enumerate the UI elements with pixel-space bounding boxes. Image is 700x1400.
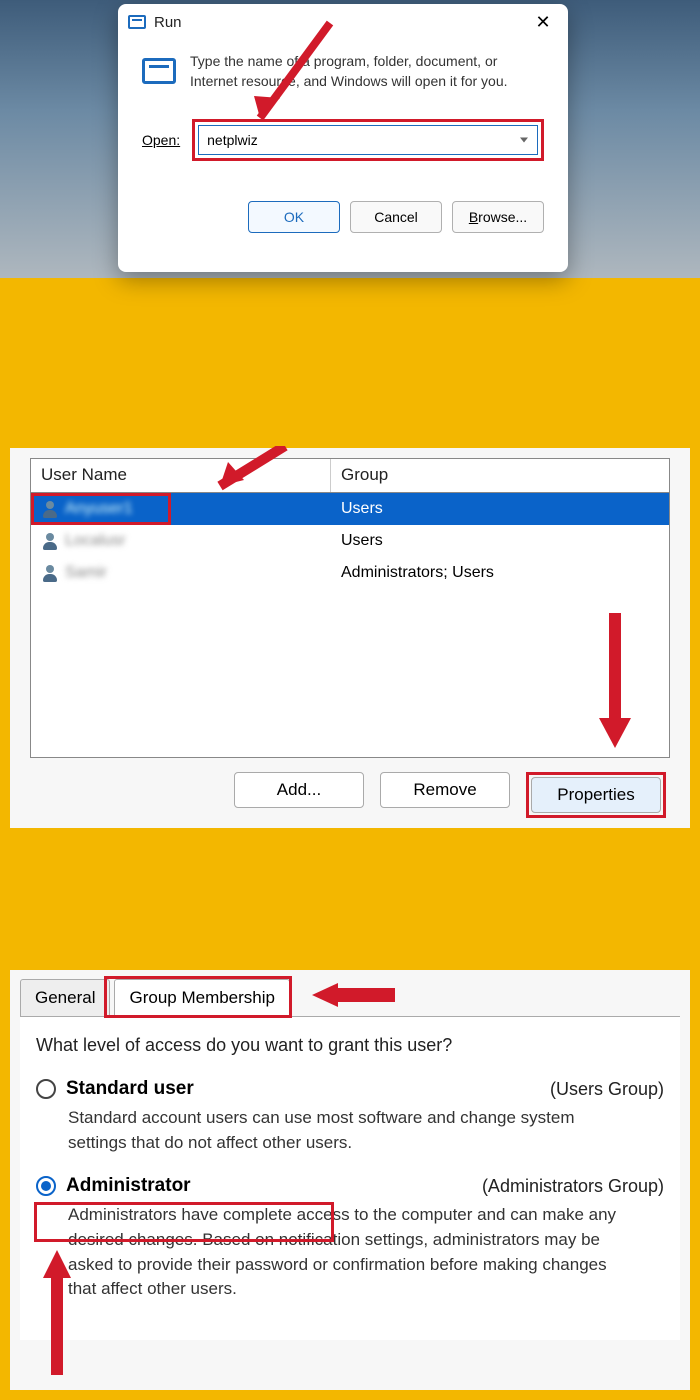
- table-row[interactable]: Localusr Users: [31, 525, 669, 557]
- access-question: What level of access do you want to gran…: [36, 1035, 664, 1056]
- add-user-button[interactable]: Add...: [234, 772, 364, 808]
- table-row[interactable]: Samir Administrators; Users: [31, 557, 669, 589]
- group-cell: Administrators; Users: [331, 560, 669, 586]
- run-message: Type the name of a program, folder, docu…: [190, 52, 544, 91]
- open-input-highlight: [192, 119, 544, 161]
- run-large-icon: [142, 58, 176, 84]
- tab-group-membership[interactable]: Group Membership: [114, 979, 290, 1016]
- option-administrator[interactable]: Administrator (Administrators Group) Adm…: [36, 1175, 664, 1302]
- tabs: General Group Membership: [10, 970, 690, 1016]
- user-icon: [41, 500, 59, 518]
- standard-user-desc: Standard account users can use most soft…: [68, 1106, 628, 1155]
- close-icon[interactable]: ✕: [528, 12, 558, 33]
- cancel-button[interactable]: Cancel: [350, 201, 442, 233]
- username-cell: Localusr: [65, 532, 125, 550]
- table-header: User Name Group: [31, 459, 669, 493]
- username-cell: Samir: [65, 564, 107, 582]
- col-header-username[interactable]: User Name: [31, 459, 331, 492]
- radio-standard[interactable]: [36, 1079, 56, 1099]
- user-icon: [41, 564, 59, 582]
- desktop-background: Run ✕ Type the name of a program, folder…: [0, 0, 700, 278]
- col-header-group[interactable]: Group: [331, 459, 669, 492]
- user-properties-panel: General Group Membership What level of a…: [10, 970, 690, 1390]
- run-titlebar: Run ✕: [118, 4, 568, 40]
- run-app-icon: [128, 15, 146, 29]
- group-cell: Users: [331, 496, 669, 522]
- users-table: User Name Group Anyuser1 Users Localusr …: [30, 458, 670, 758]
- username-cell: Anyuser1: [65, 500, 133, 518]
- properties-highlight: Properties: [526, 772, 666, 818]
- remove-user-button[interactable]: Remove: [380, 772, 510, 808]
- radio-administrator[interactable]: [36, 1176, 56, 1196]
- run-dialog: Run ✕ Type the name of a program, folder…: [118, 4, 568, 272]
- user-accounts-panel: User Name Group Anyuser1 Users Localusr …: [10, 448, 690, 828]
- run-title: Run: [154, 14, 182, 31]
- properties-button[interactable]: Properties: [531, 777, 661, 813]
- table-row[interactable]: Anyuser1 Users: [31, 493, 669, 525]
- browse-button[interactable]: Browse...: [452, 201, 544, 233]
- administrator-desc: Administrators have complete access to t…: [68, 1203, 628, 1302]
- open-input[interactable]: [198, 125, 538, 155]
- option-standard-user[interactable]: Standard user (Users Group) Standard acc…: [36, 1078, 664, 1155]
- tab-content: What level of access do you want to gran…: [20, 1016, 680, 1340]
- tab-general[interactable]: General: [20, 979, 110, 1016]
- standard-user-group: (Users Group): [550, 1079, 664, 1100]
- ok-button[interactable]: OK: [248, 201, 340, 233]
- administrator-group: (Administrators Group): [482, 1176, 664, 1197]
- open-label: Open:: [142, 132, 180, 148]
- user-icon: [41, 532, 59, 550]
- group-cell: Users: [331, 528, 669, 554]
- administrator-label: Administrator: [66, 1175, 191, 1197]
- standard-user-label: Standard user: [66, 1078, 194, 1100]
